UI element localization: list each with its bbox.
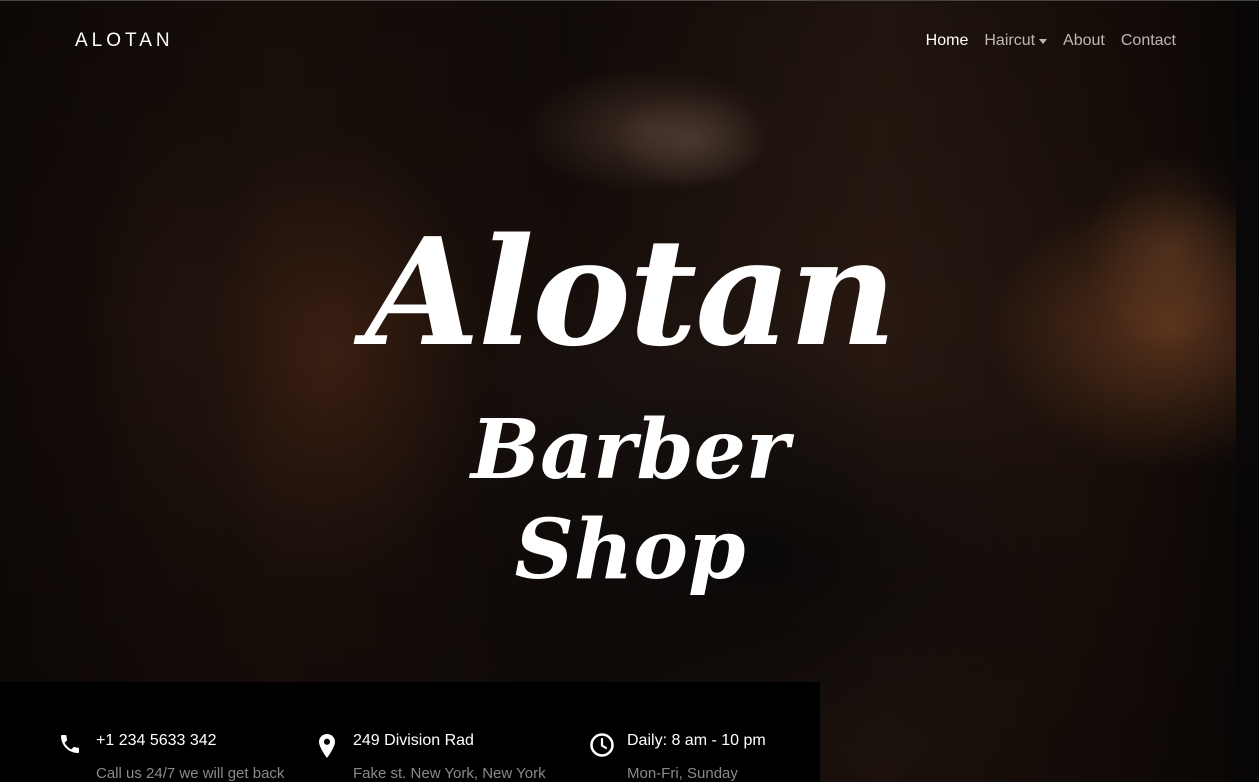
hero-image-shadow bbox=[60, 0, 300, 700]
info-bar: +1 234 5633 342 Call us 24/7 we will get… bbox=[0, 682, 820, 782]
address-city: Fake st. New York, New York bbox=[353, 765, 546, 782]
top-border bbox=[0, 0, 1259, 1]
hero-background-image bbox=[0, 0, 1259, 782]
nav-home[interactable]: Home bbox=[926, 32, 969, 50]
location-pin-icon bbox=[319, 734, 335, 758]
hero-image-edge bbox=[1236, 0, 1259, 782]
nav-about-label: About bbox=[1063, 32, 1105, 49]
brand-logo[interactable]: ALOTAN bbox=[75, 30, 174, 52]
clock-icon bbox=[590, 733, 614, 757]
phone-icon bbox=[61, 735, 79, 753]
chevron-down-icon bbox=[1039, 38, 1048, 44]
nav-contact-label: Contact bbox=[1120, 32, 1176, 49]
phone-number[interactable]: +1 234 5633 342 bbox=[96, 732, 217, 750]
hours-days: Mon-Fri, Sunday bbox=[627, 765, 738, 782]
main-nav: Home Haircut About Contact bbox=[926, 32, 1176, 50]
address-line: 249 Division Rad bbox=[353, 732, 474, 749]
nav-contact[interactable]: Contact bbox=[1121, 32, 1176, 50]
hero-subtitle: Barber Shop bbox=[470, 402, 790, 598]
phone-note: Call us 24/7 we will get back bbox=[96, 765, 285, 782]
nav-haircut-dropdown[interactable]: Haircut bbox=[984, 32, 1048, 50]
nav-haircut-label: Haircut bbox=[984, 32, 1036, 49]
hero-title: Alotan bbox=[365, 205, 897, 379]
nav-about[interactable]: About bbox=[1063, 32, 1105, 50]
nav-home-label: Home bbox=[925, 32, 969, 49]
hours-title: Daily: 8 am - 10 pm bbox=[627, 732, 766, 749]
